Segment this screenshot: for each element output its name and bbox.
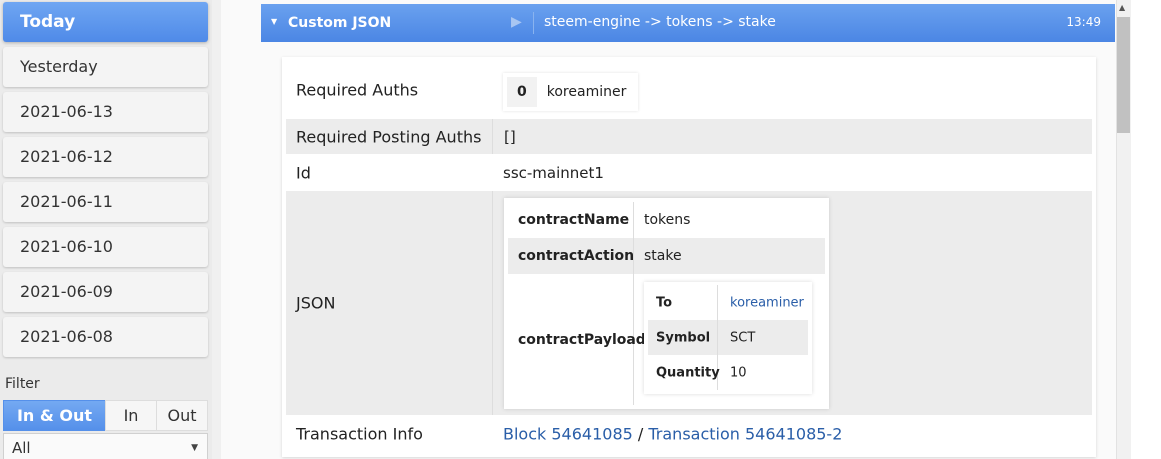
payload-row-symbol: Symbol SCT [648, 320, 808, 355]
page-margin [1131, 0, 1161, 459]
day-2021-06-10-button[interactable]: 2021-06-10 [3, 227, 208, 267]
operation-time: 13:49 [1066, 15, 1101, 29]
row-json: JSON contractName tokens contractAction … [286, 191, 1092, 415]
type-filter-value: All [12, 439, 31, 457]
header-divider [533, 12, 534, 34]
day-yesterday-button[interactable]: Yesterday [3, 47, 208, 87]
json-row-contract-action: contractAction stake [508, 238, 825, 274]
chevron-down-icon: ▼ [191, 443, 198, 453]
day-today-button[interactable]: Today [3, 2, 208, 42]
filter-out-button[interactable]: Out [156, 400, 208, 431]
collapse-caret-icon[interactable]: ▼ [271, 17, 277, 26]
json-table: contractName tokens contractAction stake… [504, 198, 829, 409]
day-2021-06-12-button[interactable]: 2021-06-12 [3, 137, 208, 177]
required-auths-label: Required Auths [296, 80, 419, 100]
required-auths-list: 0 koreaminer [503, 73, 639, 111]
contract-action-key: contractAction [518, 248, 635, 264]
operation-details-card: Required Auths 0 koreaminer Required Pos… [282, 57, 1096, 457]
row-id: Id ssc-mainnet1 [286, 154, 1092, 191]
required-auths-index: 0 [507, 77, 537, 107]
type-filter-select[interactable]: All ▼ [3, 433, 208, 459]
operation-path: steem-engine -> tokens -> stake [544, 14, 776, 30]
contract-name-key: contractName [518, 212, 630, 228]
required-posting-auths-label: Required Posting Auths [296, 127, 482, 146]
sidebar: Today Yesterday 2021-06-13 2021-06-12 20… [0, 0, 212, 459]
payload-row-quantity: Quantity 10 [648, 355, 808, 390]
row-required-auths: Required Auths 0 koreaminer [286, 61, 1092, 119]
payload-to-key: To [656, 295, 673, 310]
row-required-posting-auths: Required Posting Auths [] [286, 119, 1092, 154]
operation-title: Custom JSON [288, 15, 392, 31]
payload-symbol-key: Symbol [656, 330, 711, 345]
operation-header[interactable]: ▼ Custom JSON ▶ steem-engine -> tokens -… [261, 4, 1115, 42]
contract-name-value: tokens [644, 212, 691, 228]
contract-payload-key: contractPayload [518, 331, 646, 348]
payload-quantity-key: Quantity [656, 365, 720, 380]
json-label: JSON [296, 293, 336, 313]
json-row-contract-name: contractName tokens [508, 202, 825, 238]
tx-separator: / [637, 424, 644, 444]
required-auths-value: koreaminer [546, 84, 627, 100]
day-2021-06-11-button[interactable]: 2021-06-11 [3, 182, 208, 222]
day-2021-06-13-button[interactable]: 2021-06-13 [3, 92, 208, 132]
day-2021-06-09-button[interactable]: 2021-06-09 [3, 272, 208, 312]
filter-label: Filter [5, 376, 40, 392]
play-icon: ▶ [511, 14, 522, 30]
filter-in-out-button[interactable]: In & Out [3, 400, 106, 431]
payload-symbol-value: SCT [730, 330, 756, 345]
row-transaction-info: Transaction Info Block 54641085 / Transa… [286, 415, 1092, 453]
day-2021-06-08-button[interactable]: 2021-06-08 [3, 317, 208, 357]
block-link[interactable]: Block 54641085 [503, 425, 633, 444]
scrollbar-thumb[interactable] [1117, 17, 1130, 133]
required-posting-auths-value: [] [504, 127, 516, 146]
contract-action-value: stake [644, 248, 682, 264]
json-row-contract-payload: contractPayload To koreaminer Symbol SCT [508, 274, 825, 405]
payload-to-link[interactable]: koreaminer [730, 295, 804, 310]
payload-quantity-value: 10 [730, 365, 747, 380]
scroll-up-arrow-icon[interactable]: ▲ [1119, 3, 1125, 12]
payload-row-to: To koreaminer [648, 285, 808, 320]
filter-in-button[interactable]: In [105, 400, 157, 431]
id-value: ssc-mainnet1 [503, 163, 604, 182]
transaction-link[interactable]: Transaction 54641085-2 [648, 425, 842, 444]
payload-table: To koreaminer Symbol SCT Quantity 10 [644, 282, 812, 394]
transaction-info-label: Transaction Info [296, 424, 423, 444]
id-label: Id [296, 163, 311, 182]
